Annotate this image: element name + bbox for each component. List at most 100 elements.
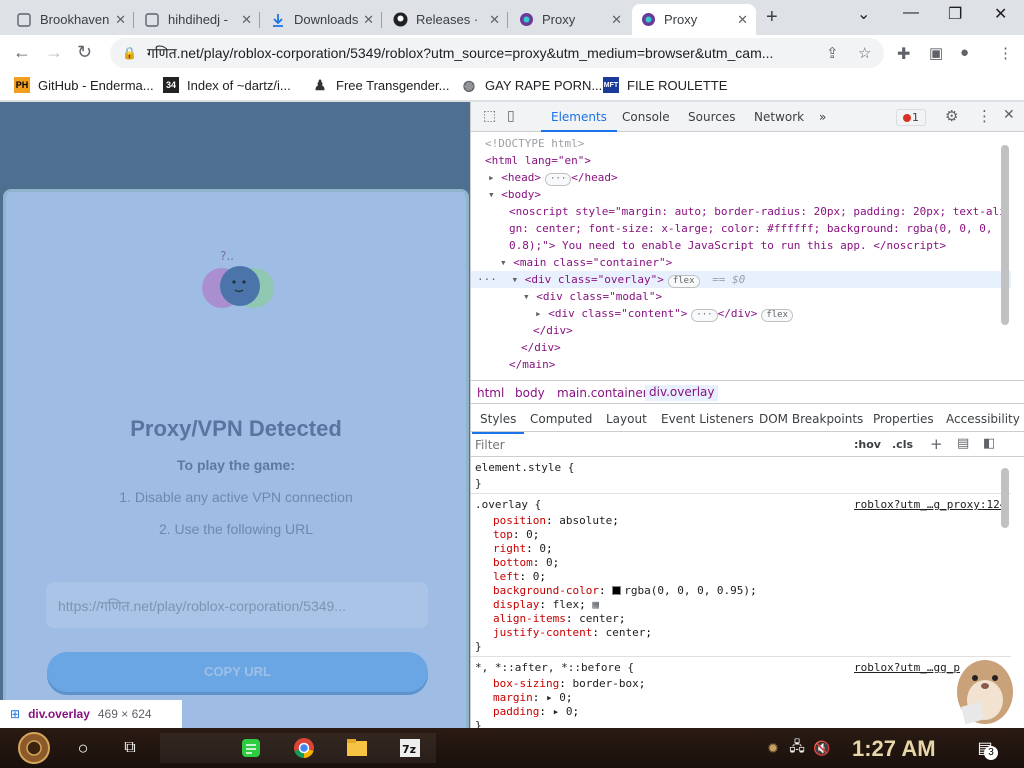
close-window-icon[interactable]: ✕ xyxy=(994,4,1007,24)
dom-head[interactable]: ▸ <head> ··· </head> xyxy=(488,171,618,186)
style-prop-row[interactable]: right: 0; xyxy=(493,542,553,555)
dom-div-close-2[interactable]: </div> xyxy=(521,341,561,354)
flex-editor-icon[interactable]: ▦ xyxy=(592,598,599,611)
task-view-icon[interactable]: ⧉ xyxy=(119,736,141,760)
dom-modal[interactable]: ▾ <div class="modal"> xyxy=(523,290,662,303)
dom-html[interactable]: <html lang="en"> xyxy=(485,154,591,167)
taskbar-clock[interactable]: 1:27 AM xyxy=(852,736,936,762)
bookmark-index[interactable]: 34 Index of ~dartz/i... xyxy=(163,77,291,93)
extensions-icon[interactable]: ✚ xyxy=(897,44,910,64)
bookmark-gay[interactable]: ◍ GAY RAPE PORN... xyxy=(461,77,602,93)
inspect-element-icon[interactable]: ⬚ xyxy=(483,108,496,124)
volume-muted-icon[interactable]: 🔇 xyxy=(812,736,832,760)
url-text[interactable]: गणित.net/play/roblox-corporation/5349/ro… xyxy=(147,44,827,63)
back-arrow-icon[interactable]: ← xyxy=(13,42,31,63)
universal-source-link[interactable]: roblox?utm_…gg_p xyxy=(854,661,960,674)
tab-proxy[interactable]: Proxy ✕ xyxy=(510,4,630,35)
maximize-icon[interactable]: ❐ xyxy=(948,4,962,24)
more-actions-icon[interactable]: ··· xyxy=(477,273,497,286)
tab-network[interactable]: Network xyxy=(754,110,804,124)
lock-icon[interactable]: 🔒 xyxy=(122,46,137,60)
cls-toggle[interactable]: .cls xyxy=(892,438,913,451)
dom-doctype[interactable]: <!DOCTYPE html> xyxy=(485,137,584,150)
collapse-arrow-icon[interactable]: ▾ xyxy=(488,188,495,201)
style-prop-row[interactable]: padding: ▸ 0; xyxy=(493,705,579,718)
more-tabs-icon[interactable]: » xyxy=(819,110,826,124)
cortana-icon[interactable]: ○ xyxy=(72,736,94,760)
bookmark-github[interactable]: PH GitHub - Enderma... xyxy=(14,77,154,93)
flex-badge[interactable]: flex xyxy=(667,275,700,288)
file-explorer-icon[interactable] xyxy=(345,736,369,760)
style-prop-row[interactable]: box-sizing: border-box; xyxy=(493,677,645,690)
device-toolbar-icon[interactable]: ▯ xyxy=(507,108,515,124)
expand-arrow-icon[interactable]: ▸ xyxy=(535,307,542,320)
style-prop-row[interactable]: margin: ▸ 0; xyxy=(493,691,573,704)
close-devtools-icon[interactable]: ✕ xyxy=(1003,107,1015,123)
crumb-body[interactable]: body xyxy=(515,386,545,400)
menu-icon[interactable]: ⋮ xyxy=(998,44,1013,62)
tab-styles[interactable]: Styles xyxy=(471,412,525,434)
overlay-selector[interactable]: .overlay { xyxy=(475,498,541,511)
kebab-menu-icon[interactable]: ⋮ xyxy=(977,107,992,125)
chat-app-icon[interactable] xyxy=(240,736,262,760)
style-prop-row[interactable]: position: absolute; xyxy=(493,514,619,527)
paint-icon[interactable]: ▤ xyxy=(957,436,969,451)
add-rule-icon[interactable]: + xyxy=(930,435,943,453)
address-bar[interactable]: 🔒 गणित.net/play/roblox-corporation/5349/… xyxy=(110,38,884,68)
profile-icon[interactable]: ● xyxy=(960,44,969,61)
overlay-source-link[interactable]: roblox?utm_…g_proxy:124 xyxy=(854,498,1006,511)
expand-arrow-icon[interactable]: ▸ xyxy=(488,171,495,184)
tab-console[interactable]: Console xyxy=(622,110,670,124)
copy-url-button[interactable]: COPY URL xyxy=(47,652,428,692)
element-style-selector[interactable]: element.style { xyxy=(475,461,574,474)
7zip-icon[interactable]: 7z xyxy=(398,736,422,760)
style-prop-row[interactable]: left: 0; xyxy=(493,570,546,583)
notification-center[interactable]: ▤ 3 xyxy=(970,736,1000,760)
tab-brookhaven[interactable]: Brookhaven ✕ xyxy=(8,4,134,35)
style-prop-row[interactable]: bottom: 0; xyxy=(493,556,559,569)
close-icon[interactable]: ✕ xyxy=(489,12,500,28)
hov-toggle[interactable]: :hov xyxy=(854,438,881,451)
dom-noscript-3[interactable]: 0.8);"> You need to enable JavaScript to… xyxy=(509,239,946,252)
network-icon[interactable]: 🖧 xyxy=(787,736,807,760)
new-tab-button[interactable]: + xyxy=(766,6,778,29)
tab-releases[interactable]: Releases · ✕ xyxy=(384,4,508,35)
close-icon[interactable]: ✕ xyxy=(737,12,748,28)
tab-hihdihedj[interactable]: hihdihedj - ✕ xyxy=(136,4,260,35)
dom-main-close[interactable]: </main> xyxy=(509,358,555,371)
flex-badge[interactable]: flex xyxy=(761,309,794,322)
side-panel-icon[interactable]: ▣ xyxy=(929,44,943,62)
style-prop-row[interactable]: justify-content: center; xyxy=(493,626,652,639)
dom-noscript-2[interactable]: gn: center; font-size: x-large; color: #… xyxy=(509,222,992,235)
minimize-icon[interactable]: — xyxy=(903,4,919,22)
tab-computed[interactable]: Computed xyxy=(530,412,592,426)
tab-elements[interactable]: Elements xyxy=(541,110,617,132)
bookmark-free[interactable]: ♟ Free Transgender... xyxy=(312,77,450,93)
dom-noscript-1[interactable]: <noscript style="margin: auto; border-ra… xyxy=(509,205,1006,218)
dom-content[interactable]: ▸ <div class="content"> ··· </div> flex xyxy=(535,307,794,322)
tab-downloads[interactable]: Downloads ✕ xyxy=(262,4,382,35)
color-swatch-icon[interactable] xyxy=(612,586,622,595)
styles-scrollbar[interactable] xyxy=(1001,468,1009,528)
tab-layout[interactable]: Layout xyxy=(606,412,647,426)
crumb-main[interactable]: main.container xyxy=(557,386,648,400)
sidebar-toggle-icon[interactable]: ◧ xyxy=(983,436,995,451)
style-prop-row[interactable]: top: 0; xyxy=(493,528,539,541)
tab-accessibility[interactable]: Accessibility xyxy=(946,412,1020,426)
reload-icon[interactable]: ↻ xyxy=(77,42,92,63)
dom-overlay[interactable]: ··· ▾ <div class="overlay"> flex == $0 xyxy=(477,273,745,288)
share-icon[interactable]: ⇪ xyxy=(826,44,839,62)
start-button[interactable] xyxy=(10,731,58,765)
forward-arrow-icon[interactable]: → xyxy=(45,42,63,63)
error-count-badge[interactable]: 1 xyxy=(896,109,926,126)
chrome-icon[interactable] xyxy=(292,736,316,760)
collapse-arrow-icon[interactable]: ▾ xyxy=(512,273,519,286)
crumb-overlay[interactable]: div.overlay xyxy=(645,385,719,401)
tab-properties[interactable]: Properties xyxy=(873,412,934,426)
style-prop-row[interactable]: display: flex; ▦ xyxy=(493,598,599,611)
ellipsis-pill[interactable]: ··· xyxy=(691,309,718,322)
dom-div-close[interactable]: </div> xyxy=(533,324,573,337)
style-prop-row[interactable]: background-color: rgba(0, 0, 0, 0.95); xyxy=(493,584,757,597)
style-prop-row[interactable]: align-items: center; xyxy=(493,612,625,625)
tab-dom-breakpoints[interactable]: DOM Breakpoints xyxy=(759,412,863,426)
